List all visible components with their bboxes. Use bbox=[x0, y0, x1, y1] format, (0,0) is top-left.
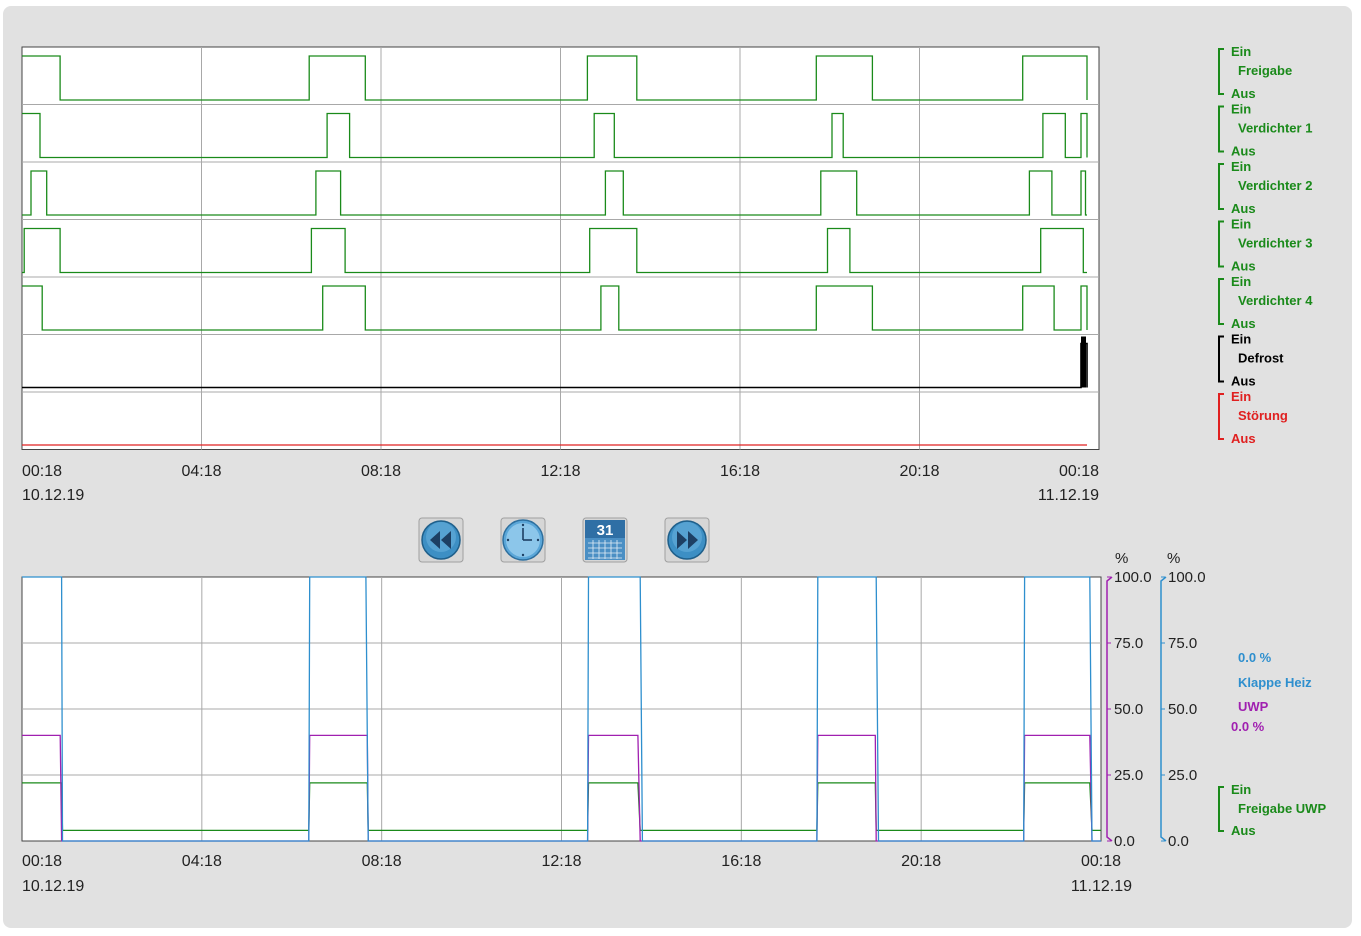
defrost-active-bar bbox=[1081, 336, 1086, 388]
legend-bracket bbox=[1218, 393, 1224, 440]
y-tick-label-left: 100.0 bbox=[1114, 569, 1152, 586]
y-tick-label-left: 50.0 bbox=[1114, 701, 1143, 718]
legend-on-label: Ein bbox=[1231, 44, 1251, 59]
calendar-icon: 31 bbox=[582, 517, 628, 563]
legend-on-label: Ein bbox=[1231, 332, 1251, 347]
legend-bracket bbox=[1218, 786, 1224, 832]
bottom-x-tick-label: 04:18 bbox=[182, 853, 222, 870]
y-axis-unit-left: % bbox=[1115, 550, 1128, 567]
clock-button[interactable] bbox=[500, 517, 546, 563]
clock-icon bbox=[500, 517, 546, 563]
fast-forward-icon bbox=[664, 517, 710, 563]
legend-bracket bbox=[1218, 105, 1224, 153]
bottom-x-tick-label: 00:18 bbox=[22, 853, 62, 870]
legend-uwp-name: UWP bbox=[1238, 699, 1269, 714]
top-x-tick-label: 04:18 bbox=[181, 463, 221, 480]
legend-series-name: Verdichter 1 bbox=[1238, 121, 1312, 136]
legend-series-name: Verdichter 3 bbox=[1238, 236, 1312, 251]
legend-off-label: Aus bbox=[1231, 86, 1256, 101]
y-tick-label-right: 100.0 bbox=[1168, 569, 1206, 586]
legend-off-label: Aus bbox=[1231, 144, 1256, 159]
y-axis-unit-right: % bbox=[1167, 550, 1180, 567]
legend-off-label: Aus bbox=[1231, 431, 1256, 446]
legend-bracket bbox=[1218, 163, 1224, 210]
legend-on-label: Ein bbox=[1231, 782, 1251, 797]
legend-klappe-name: Klappe Heiz bbox=[1238, 675, 1312, 690]
top-x-tick-label: 00:18 bbox=[22, 463, 62, 480]
y-tick-label-right: 75.0 bbox=[1168, 635, 1197, 652]
bottom-x-tick-label: 12:18 bbox=[541, 853, 581, 870]
legend-series-name: Verdichter 4 bbox=[1238, 293, 1313, 308]
legend-off-label: Aus bbox=[1231, 823, 1256, 838]
rewind-icon bbox=[418, 517, 464, 563]
bottom-x-date-start: 10.12.19 bbox=[22, 878, 84, 895]
legend-series-name: Störung bbox=[1238, 408, 1288, 423]
legend-off-label: Aus bbox=[1231, 201, 1256, 216]
top-x-tick-label: 20:18 bbox=[899, 463, 939, 480]
y-tick-label-left: 0.0 bbox=[1114, 833, 1135, 850]
y-tick-label-left: 25.0 bbox=[1114, 767, 1143, 784]
legend-bracket bbox=[1218, 278, 1224, 325]
legend-bracket bbox=[1218, 335, 1224, 383]
bottom-x-tick-label: 16:18 bbox=[721, 853, 761, 870]
fast-forward-button[interactable] bbox=[664, 517, 710, 563]
y-tick-label-right: 25.0 bbox=[1168, 767, 1197, 784]
trend-chart-svg: EinFreigabeAusEinVerdichter 1AusEinVerdi… bbox=[21, 44, 1326, 895]
y-tick-label-left: 75.0 bbox=[1114, 635, 1143, 652]
legend-on-label: Ein bbox=[1231, 159, 1251, 174]
top-x-date-end: 11.12.19 bbox=[1038, 487, 1099, 504]
y-tick-label-right: 50.0 bbox=[1168, 701, 1197, 718]
top-x-tick-label: 00:18 bbox=[1059, 463, 1099, 480]
y-tick-label-right: 0.0 bbox=[1168, 833, 1189, 850]
legend-off-label: Aus bbox=[1231, 316, 1256, 331]
top-x-tick-label: 12:18 bbox=[540, 463, 580, 480]
legend-on-label: Ein bbox=[1231, 217, 1251, 232]
legend-series-name: Freigabe bbox=[1238, 63, 1292, 78]
legend-series-name: Verdichter 2 bbox=[1238, 178, 1312, 193]
legend-klappe-value: 0.0 % bbox=[1238, 650, 1272, 665]
bottom-x-tick-label: 08:18 bbox=[362, 853, 402, 870]
calendar-day-label: 31 bbox=[597, 522, 614, 539]
bottom-x-date-end: 11.12.19 bbox=[1071, 878, 1132, 895]
legend-uwp-value: 0.0 % bbox=[1231, 719, 1265, 734]
legend-off-label: Aus bbox=[1231, 374, 1256, 389]
legend-bracket bbox=[1218, 220, 1224, 268]
bottom-x-tick-label: 00:18 bbox=[1081, 853, 1121, 870]
legend-series-name: Freigabe UWP bbox=[1238, 801, 1326, 816]
top-x-tick-label: 16:18 bbox=[720, 463, 760, 480]
rewind-button[interactable] bbox=[418, 517, 464, 563]
legend-on-label: Ein bbox=[1231, 102, 1251, 117]
legend-bracket bbox=[1218, 48, 1224, 95]
legend-on-label: Ein bbox=[1231, 274, 1251, 289]
legend-on-label: Ein bbox=[1231, 389, 1251, 404]
legend-off-label: Aus bbox=[1231, 259, 1256, 274]
top-x-tick-label: 08:18 bbox=[361, 463, 401, 480]
bottom-x-tick-label: 20:18 bbox=[901, 853, 941, 870]
calendar-button[interactable]: 31 bbox=[582, 517, 628, 563]
top-x-date-start: 10.12.19 bbox=[22, 487, 84, 504]
legend-series-name: Defrost bbox=[1238, 351, 1284, 366]
